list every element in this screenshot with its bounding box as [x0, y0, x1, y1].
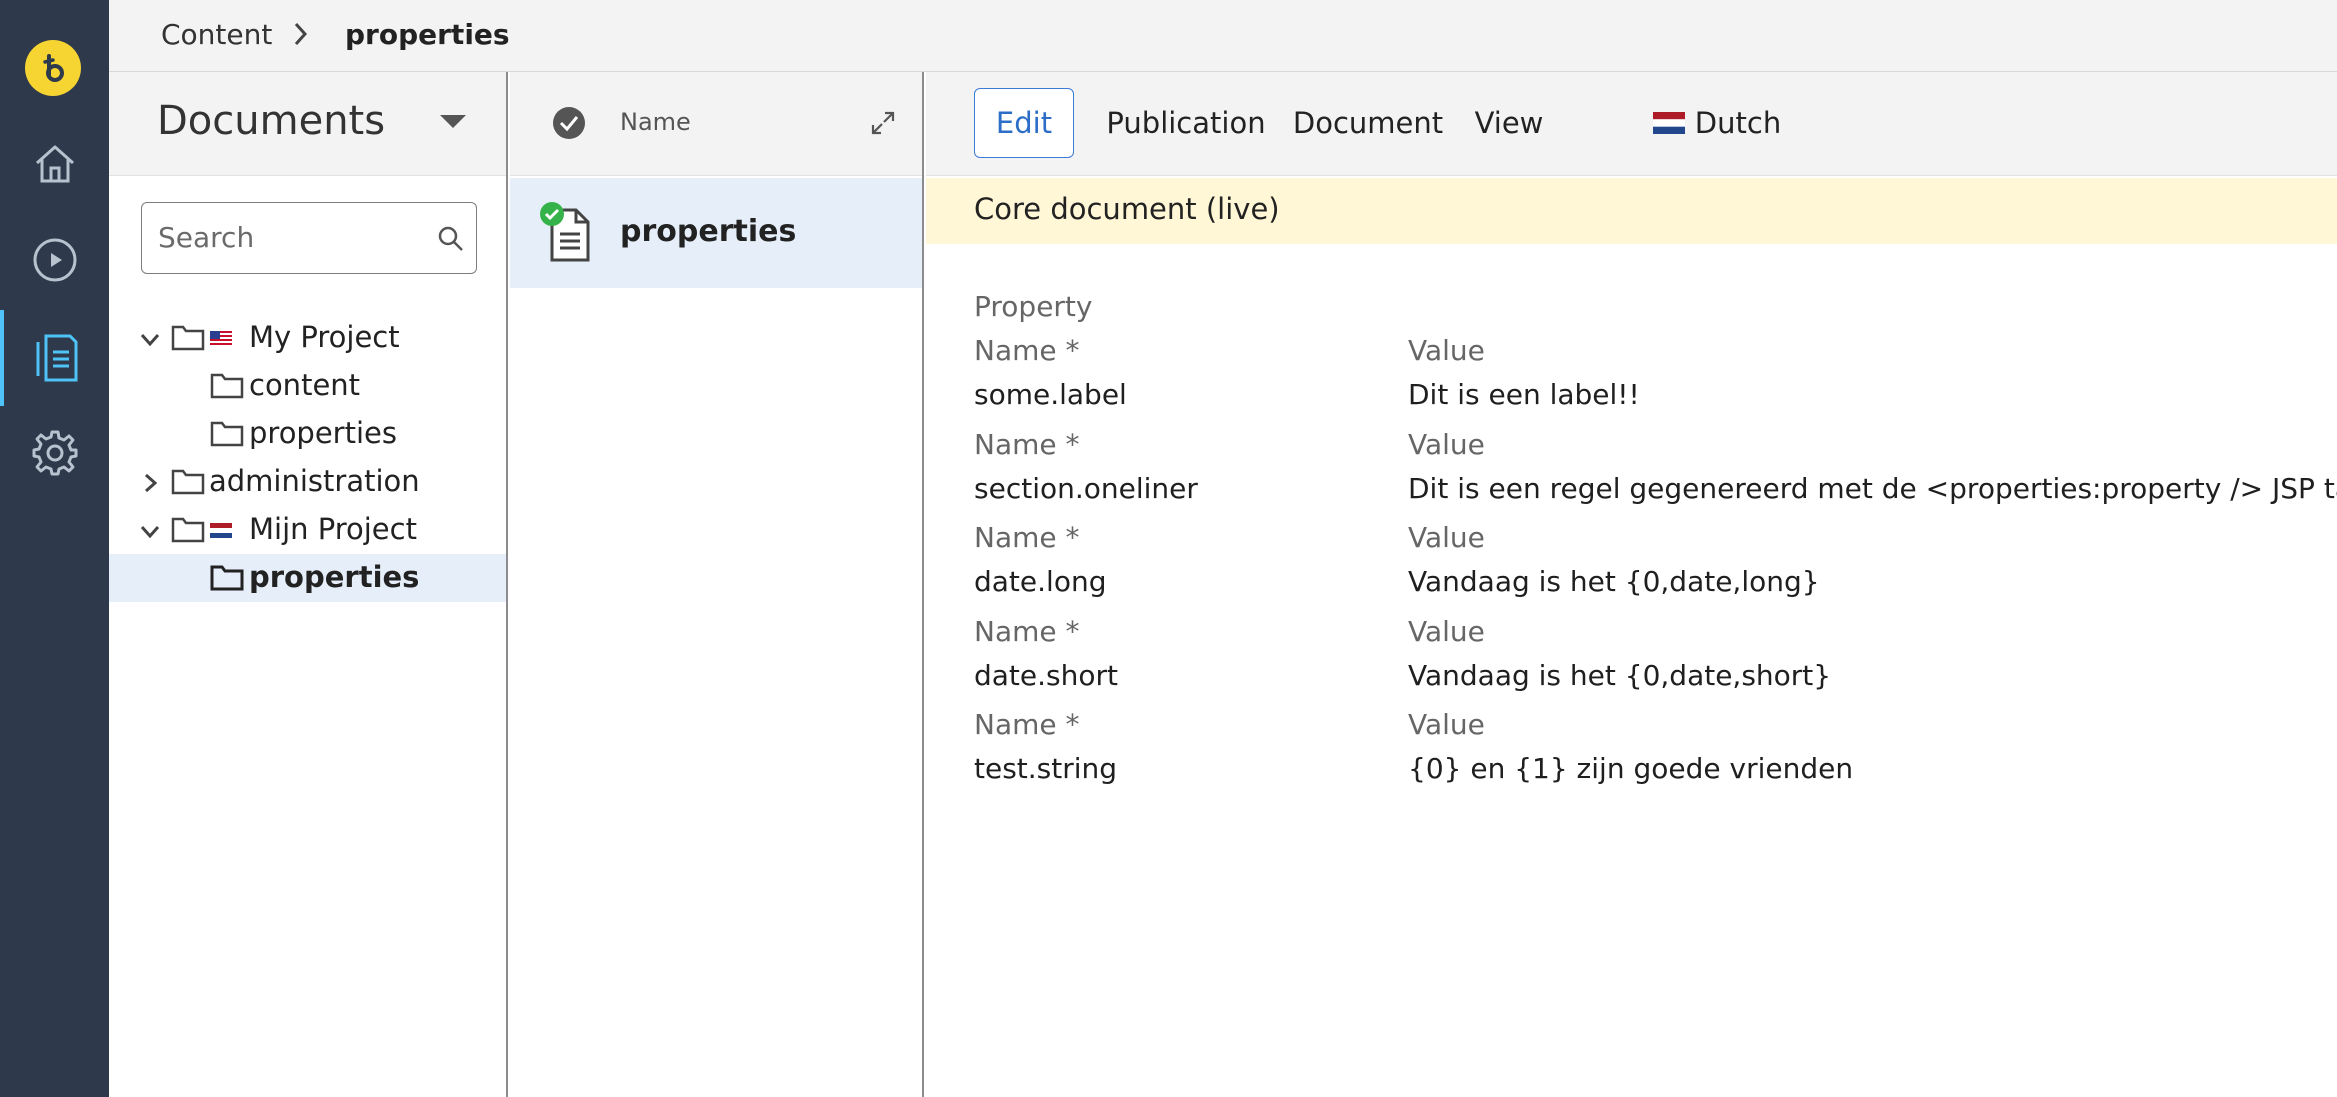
value-field-label: Value	[1408, 615, 1485, 648]
tab-language-label: Dutch	[1694, 106, 1782, 140]
value-field-label: Value	[1408, 708, 1485, 741]
tab-language[interactable]: Dutch	[1646, 88, 1788, 158]
tree-node-administration[interactable]: administration	[109, 458, 506, 506]
name-field[interactable]: some.label	[974, 378, 1127, 411]
tab-view[interactable]: View	[1468, 88, 1550, 158]
list-item-label: properties	[620, 214, 797, 249]
document-editor: Edit Publication Document View Dutch Cor…	[926, 72, 2337, 1097]
folder-icon	[171, 517, 205, 543]
value-field[interactable]: Vandaag is het {0,date,long}	[1408, 565, 1820, 598]
tree-node-properties[interactable]: properties	[109, 410, 506, 458]
chevron-down-icon[interactable]	[139, 520, 161, 542]
property-row: Name * Value date.long Vandaag is het {0…	[926, 521, 2337, 615]
property-row: Name * Value some.label Dit is een label…	[926, 334, 2337, 428]
tree-node-my-project[interactable]: My Project	[109, 314, 506, 362]
list-header: Name	[510, 72, 922, 176]
tab-publication[interactable]: Publication	[1106, 88, 1266, 158]
bloomreach-logo-icon[interactable]	[25, 40, 81, 96]
tree-node-label: My Project	[249, 320, 400, 354]
us-flag-icon	[210, 331, 232, 346]
nav-content[interactable]	[0, 310, 109, 406]
nl-flag-icon	[1652, 112, 1685, 134]
caret-down-icon[interactable]	[440, 115, 466, 128]
value-field-label: Value	[1408, 334, 1485, 367]
tab-edit[interactable]: Edit	[974, 88, 1074, 158]
property-row: Name * Value section.oneliner Dit is een…	[926, 428, 2337, 522]
select-all-check-icon[interactable]	[552, 106, 586, 140]
search-box	[141, 202, 477, 274]
folder-icon	[210, 421, 244, 447]
nav-channels[interactable]	[0, 212, 109, 308]
tree-node-label: administration	[209, 464, 420, 498]
name-field-label: Name *	[974, 708, 1080, 741]
document-live-icon	[540, 202, 590, 262]
property-row: Name * Value date.short Vandaag is het {…	[926, 615, 2337, 709]
nl-flag-icon	[210, 523, 232, 538]
home-icon	[35, 145, 74, 183]
search-icon[interactable]	[437, 225, 465, 253]
name-field-label: Name *	[974, 428, 1080, 461]
chevron-right-icon	[293, 20, 309, 55]
editor-toolbar: Edit Publication Document View Dutch	[926, 72, 2337, 176]
tree-node-label: content	[249, 368, 361, 402]
tree-node-mijn-project[interactable]: Mijn Project	[109, 506, 506, 554]
folder-icon	[171, 325, 205, 351]
gear-icon	[32, 430, 77, 476]
value-field-label: Value	[1408, 521, 1485, 554]
value-field[interactable]: Dit is een label!!	[1408, 378, 1640, 411]
status-banner: Core document (live)	[926, 178, 2337, 244]
tree-header: Documents	[109, 72, 506, 176]
play-circle-icon	[33, 238, 76, 282]
search-input[interactable]	[156, 217, 416, 257]
tree-node-label: properties	[249, 560, 420, 594]
folder-icon	[171, 469, 205, 495]
status-banner-text: Core document (live)	[974, 192, 1280, 226]
chevron-down-icon[interactable]	[139, 328, 161, 350]
breadcrumb: Content properties	[109, 0, 2337, 72]
tree-node-content[interactable]: content	[109, 362, 506, 410]
document-icon	[36, 334, 77, 382]
document-list-panel: Name properties	[510, 72, 924, 1097]
name-field-label: Name *	[974, 521, 1080, 554]
name-field[interactable]: test.string	[974, 752, 1117, 785]
list-item[interactable]: properties	[510, 178, 922, 288]
breadcrumb-item-content[interactable]: Content	[161, 18, 272, 51]
value-field[interactable]: Vandaag is het {0,date,short}	[1408, 659, 1831, 692]
tab-document[interactable]: Document	[1293, 88, 1443, 158]
value-field[interactable]: {0} en {1} zijn goede vrienden	[1408, 752, 1853, 785]
expand-icon[interactable]	[870, 110, 896, 136]
nav-home[interactable]	[0, 116, 109, 212]
tree-title: Documents	[157, 98, 386, 144]
nav-setup[interactable]	[0, 405, 109, 501]
breadcrumb-item-current: properties	[345, 18, 510, 51]
name-field[interactable]: section.oneliner	[974, 472, 1198, 505]
name-field-label: Name *	[974, 334, 1080, 367]
property-group-label: Property	[974, 290, 1093, 323]
chevron-right-icon[interactable]	[139, 472, 161, 494]
tree-node-label: properties	[249, 416, 397, 450]
document-tree-panel: Documents My Project content properties …	[109, 72, 508, 1097]
value-field-label: Value	[1408, 428, 1485, 461]
name-field[interactable]: date.long	[974, 565, 1106, 598]
value-field[interactable]: Dit is een regel gegenereerd met de <pro…	[1408, 472, 2337, 505]
name-field-label: Name *	[974, 615, 1080, 648]
tree-node-label: Mijn Project	[249, 512, 417, 546]
property-row: Name * Value test.string {0} en {1} zijn…	[926, 708, 2337, 802]
tree-node-properties-selected[interactable]: properties	[109, 554, 506, 602]
nav-rail	[0, 0, 109, 1097]
folder-icon	[210, 373, 244, 399]
column-name-header[interactable]: Name	[620, 108, 691, 136]
name-field[interactable]: date.short	[974, 659, 1118, 692]
folder-icon	[210, 565, 244, 591]
